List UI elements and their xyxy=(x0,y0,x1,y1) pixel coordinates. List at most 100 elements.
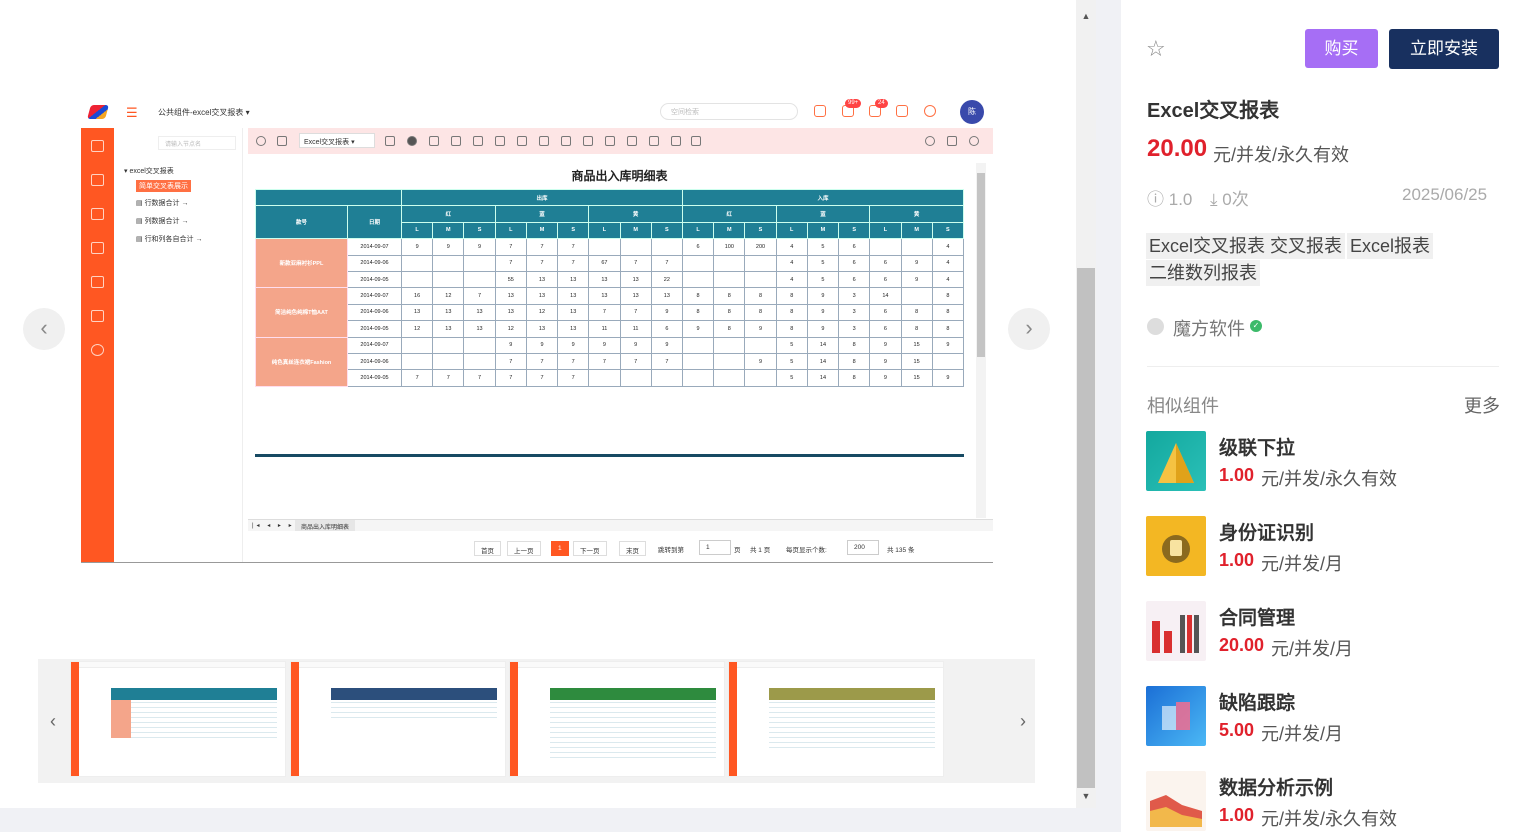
similar-item[interactable]: 缺陷跟踪 5.00 元/并发/月 xyxy=(1146,686,1499,748)
item-unit: 元/并发/永久有效 xyxy=(1261,809,1398,829)
value-cell: 4 xyxy=(931,254,965,272)
value-cell: 7 xyxy=(588,303,621,322)
item-unit: 元/并发/月 xyxy=(1271,639,1354,659)
value-cell: 13 xyxy=(557,320,590,338)
value-cell: 5 xyxy=(806,270,840,289)
tag[interactable]: 二维数列报表 xyxy=(1146,260,1260,286)
value-cell: 9 xyxy=(650,303,683,322)
bug-tracking-icon xyxy=(1162,702,1190,730)
thumb-prev-button[interactable]: ‹ xyxy=(38,659,68,783)
current-page: 1 xyxy=(551,541,569,556)
similar-item[interactable]: 级联下拉 1.00 元/并发/永久有效 xyxy=(1146,431,1499,493)
value-cell: 8 xyxy=(931,320,965,338)
scroll-up-icon[interactable]: ▲ xyxy=(1076,8,1096,24)
item-thumbnail xyxy=(1146,516,1206,576)
tag[interactable]: Excel交叉报表 xyxy=(1146,233,1269,259)
next-image-button[interactable]: › xyxy=(1008,308,1050,350)
sheet-scroll-thumb xyxy=(977,173,985,357)
divider xyxy=(1147,366,1499,367)
similar-item[interactable]: 身份证识别 1.00 元/并发/月 xyxy=(1146,516,1499,578)
value-cell: 3 xyxy=(838,303,871,322)
item-price: 20.00 xyxy=(1219,635,1265,655)
value-cell xyxy=(400,352,434,371)
table-row: 2014-09-05 12 13 13 12 13 13 11 11 6 9 8 9 8 9 3 6 8 8 xyxy=(256,320,965,338)
value-cell: 7 xyxy=(463,369,496,387)
thumb-product-cell xyxy=(111,700,131,738)
product-price: 20.00 xyxy=(1147,135,1208,162)
thumb-next-button[interactable]: › xyxy=(1008,659,1038,783)
value-cell: 100 xyxy=(713,238,746,256)
user-avatar: 陈 xyxy=(960,100,984,124)
scroll-thumb[interactable] xyxy=(1077,268,1095,788)
value-cell: 8 xyxy=(713,303,746,322)
value-cell: 6 xyxy=(869,254,902,272)
header-in: 入库 xyxy=(681,188,965,207)
value-cell: 5 xyxy=(806,254,840,272)
value-cell: 14 xyxy=(806,369,840,387)
value-cell xyxy=(650,238,683,256)
tool-icon xyxy=(517,136,527,146)
thumbnail[interactable] xyxy=(70,661,286,777)
thumbnail[interactable] xyxy=(290,661,506,777)
value-cell: 7 xyxy=(463,287,496,305)
value-cell: 13 xyxy=(525,270,559,289)
buy-button[interactable]: 购买 xyxy=(1305,29,1378,68)
install-button[interactable]: 立即安装 xyxy=(1389,29,1499,69)
value-cell: 7 xyxy=(525,352,559,371)
favorite-star-icon[interactable]: ☆ xyxy=(1146,36,1166,62)
table-row: 2014-09-06 7 7 7 67 7 7 4 5 6 6 9 4 xyxy=(256,254,965,272)
value-cell: 13 xyxy=(400,303,434,322)
value-cell: 15 xyxy=(900,336,933,354)
date-cell: 2014-09-06 xyxy=(347,254,402,272)
thumb-sidebar xyxy=(71,662,79,776)
value-cell: 9 xyxy=(557,336,590,354)
value-cell: 9 xyxy=(619,336,652,354)
header-color: 黄 xyxy=(588,205,683,223)
value-cell: 13 xyxy=(494,287,527,305)
value-cell xyxy=(713,270,746,289)
publish-date: 2025/06/25 xyxy=(1402,185,1488,204)
thumb-topbar xyxy=(518,662,724,668)
value-cell: 8 xyxy=(900,320,933,338)
item-thumbnail xyxy=(1146,771,1206,831)
more-link[interactable]: 更多 xyxy=(1464,392,1500,418)
prev-image-button[interactable]: ‹ xyxy=(23,308,65,350)
space-search: 空间检索 xyxy=(660,103,798,120)
jump-input: 1 xyxy=(699,540,731,555)
header-size: M xyxy=(806,221,840,240)
report-tree: 请输入节点名 ▾ excel交叉报表 简单交叉表展示 ▤ 行数据合计 → ▤ 列… xyxy=(118,128,243,562)
value-cell: 8 xyxy=(838,352,871,371)
app-sidebar xyxy=(81,128,114,562)
search-icon xyxy=(925,136,935,146)
thumbnail[interactable] xyxy=(728,661,944,777)
item-unit: 元/并发/月 xyxy=(1261,554,1344,574)
scroll-down-icon[interactable]: ▼ xyxy=(1076,788,1096,804)
item-name: 级联下拉 xyxy=(1219,438,1296,459)
tag[interactable]: 交叉报表 xyxy=(1267,233,1345,259)
value-cell: 67 xyxy=(588,254,621,272)
value-cell: 5 xyxy=(775,336,808,354)
value-cell: 9 xyxy=(744,320,777,338)
download-icon: ⤓ xyxy=(1210,190,1218,209)
value-cell: 8 xyxy=(775,320,808,338)
sheet-nav-arrows: |◂ ◂ ▸ ▸| xyxy=(252,523,300,529)
similar-item[interactable]: 合同管理 20.00 元/并发/月 xyxy=(1146,601,1499,663)
thumb-topbar xyxy=(79,662,285,668)
similar-item[interactable]: 数据分析示例 1.00 元/并发/永久有效 xyxy=(1146,771,1499,832)
item-price: 5.00 xyxy=(1219,720,1255,740)
page-scrollbar[interactable]: ▲ ▼ xyxy=(1076,0,1096,808)
thumbnail[interactable] xyxy=(509,661,725,777)
value-cell: 14 xyxy=(869,287,902,305)
author-name[interactable]: 魔方软件 xyxy=(1173,315,1245,341)
value-cell: 6 xyxy=(838,238,871,256)
tool-icon xyxy=(583,136,593,146)
save-icon xyxy=(385,136,395,146)
date-cell: 2014-09-07 xyxy=(347,336,402,354)
item-price: 1.00 xyxy=(1219,805,1255,825)
tag[interactable]: Excel报表 xyxy=(1347,233,1434,259)
table-row: 2014-09-05 55 13 13 13 13 22 4 5 6 6 9 4 xyxy=(256,270,965,289)
value-cell: 13 xyxy=(432,320,465,338)
value-cell xyxy=(681,336,715,354)
value-cell xyxy=(869,238,902,256)
thumb-header xyxy=(550,688,716,700)
